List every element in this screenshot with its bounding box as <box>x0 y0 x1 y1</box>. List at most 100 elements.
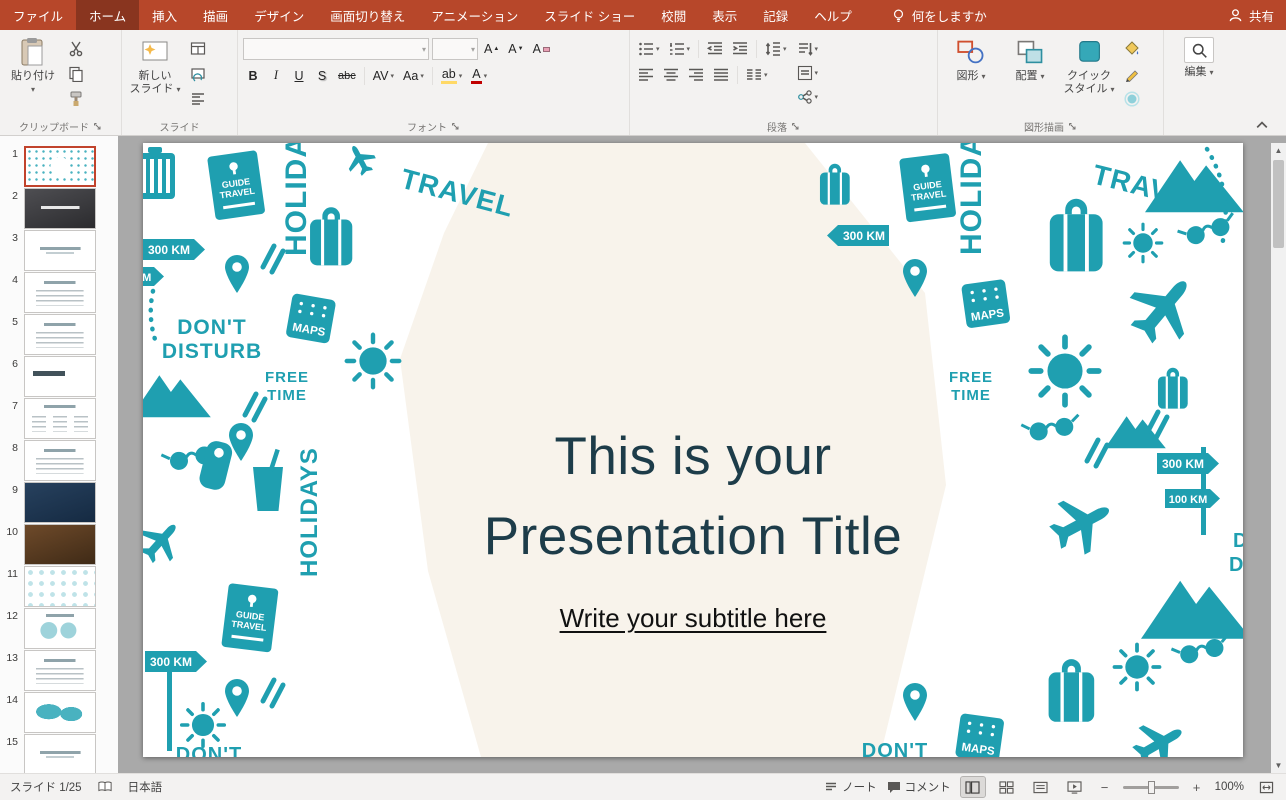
notes-button[interactable]: ノート <box>824 779 877 795</box>
slide-thumbnail-7[interactable] <box>24 398 96 439</box>
presentation-subtitle[interactable]: Write your subtitle here <box>143 603 1243 634</box>
slide-thumbnail-1[interactable] <box>24 146 96 187</box>
cut-button[interactable] <box>64 38 88 60</box>
font-dialog-launcher[interactable] <box>451 122 460 131</box>
tell-me-box[interactable]: 何をしますか <box>891 0 987 30</box>
tab-draw[interactable]: 描画 <box>190 0 241 30</box>
slide-thumbnail-9[interactable] <box>24 482 96 523</box>
slide-thumbnail-6[interactable] <box>24 356 96 397</box>
font-size-select[interactable]: ▾ <box>432 38 478 60</box>
language-indicator[interactable]: 日本語 <box>128 779 163 795</box>
bold-button[interactable]: B <box>243 65 263 86</box>
tab-file[interactable]: ファイル <box>0 0 76 30</box>
tab-review[interactable]: 校閲 <box>648 0 699 30</box>
increase-font-size-button[interactable]: A▲ <box>481 39 502 60</box>
justify-button[interactable] <box>710 64 732 85</box>
underline-button[interactable]: U <box>289 65 309 86</box>
spell-check-icon[interactable] <box>98 780 112 794</box>
normal-view-button[interactable] <box>961 777 985 797</box>
bullets-button[interactable]: ▾ <box>635 38 663 59</box>
shape-outline-button[interactable] <box>1120 63 1144 85</box>
shape-fill-button[interactable] <box>1120 38 1144 60</box>
tab-record[interactable]: 記録 <box>750 0 801 30</box>
line-spacing-button[interactable]: ▾ <box>762 38 790 59</box>
vertical-scrollbar[interactable]: ▲ ▼ <box>1271 143 1286 773</box>
clipboard-dialog-launcher[interactable] <box>93 122 102 131</box>
align-text-button[interactable]: ▾ <box>794 62 822 83</box>
slide-thumbnail-15[interactable] <box>24 734 96 773</box>
slide-thumbnail-13[interactable] <box>24 650 96 691</box>
font-size-input[interactable] <box>437 43 471 55</box>
highlight-color-button[interactable]: ab▾ <box>438 65 465 86</box>
slide-thumbnail-8[interactable] <box>24 440 96 481</box>
font-name-input[interactable] <box>248 43 422 55</box>
presentation-title-line2[interactable]: Presentation Title <box>143 506 1243 567</box>
shape-effects-button[interactable] <box>1120 88 1144 110</box>
section-button[interactable] <box>186 88 210 110</box>
slide-thumbnail-4[interactable] <box>24 272 96 313</box>
scrollbar-track[interactable] <box>1271 158 1286 758</box>
scrollbar-thumb[interactable] <box>1273 160 1284 248</box>
text-direction-button[interactable]: ▾ <box>794 38 822 59</box>
share-button[interactable]: 共有 <box>1228 0 1274 30</box>
zoom-slider[interactable] <box>1123 786 1179 789</box>
italic-button[interactable]: I <box>266 65 286 86</box>
paste-button[interactable]: 貼り付け▾ <box>5 33 61 119</box>
decrease-indent-button[interactable] <box>704 38 726 59</box>
slide-thumbnail-2[interactable] <box>24 188 96 229</box>
change-case-button[interactable]: Aa▾ <box>400 65 427 86</box>
numbering-button[interactable]: ▾ <box>666 38 694 59</box>
slide-thumbnail-12[interactable] <box>24 608 96 649</box>
format-painter-button[interactable] <box>64 88 88 110</box>
tab-transitions[interactable]: 画面切り替え <box>317 0 418 30</box>
character-spacing-button[interactable]: AV▾ <box>370 65 397 86</box>
zoom-level[interactable]: 100% <box>1215 781 1244 793</box>
slide-thumbnail-11[interactable] <box>24 566 96 607</box>
slide[interactable]: MAPS GUIDE TRAVEL 300 KM <box>143 143 1243 757</box>
align-center-button[interactable] <box>660 64 682 85</box>
strikethrough-button[interactable]: abc <box>335 65 359 86</box>
align-right-button[interactable] <box>685 64 707 85</box>
slideshow-view-button[interactable] <box>1063 777 1087 797</box>
scroll-down-button[interactable]: ▼ <box>1271 758 1286 773</box>
tab-help[interactable]: ヘルプ <box>801 0 865 30</box>
zoom-slider-thumb[interactable] <box>1148 781 1155 794</box>
decrease-font-size-button[interactable]: A▼ <box>505 39 526 60</box>
tab-insert[interactable]: 挿入 <box>139 0 190 30</box>
reset-slide-button[interactable] <box>186 63 210 85</box>
tab-animations[interactable]: アニメーション <box>418 0 531 30</box>
slide-thumbnail-3[interactable] <box>24 230 96 271</box>
presentation-title-line1[interactable]: This is your <box>143 426 1243 487</box>
scroll-up-button[interactable]: ▲ <box>1271 143 1286 158</box>
arrange-button[interactable]: 配置 ▾ <box>1002 33 1058 119</box>
tab-slideshow[interactable]: スライド ショー <box>531 0 648 30</box>
new-slide-button[interactable]: 新しいスライド ▾ <box>127 33 183 119</box>
zoom-in-button[interactable]: + <box>1189 777 1205 797</box>
slide-sorter-view-button[interactable] <box>995 777 1019 797</box>
increase-indent-button[interactable] <box>729 38 751 59</box>
editing-button[interactable]: 編集 ▾ <box>1171 33 1227 119</box>
clear-formatting-button[interactable]: A <box>530 39 553 60</box>
layout-button[interactable] <box>186 38 210 60</box>
convert-smartart-button[interactable]: ▾ <box>794 86 822 107</box>
font-color-button[interactable]: A▾ <box>468 65 490 86</box>
text-shadow-button[interactable]: S <box>312 65 332 86</box>
columns-button[interactable]: ▾ <box>743 64 771 85</box>
font-name-select[interactable]: ▾ <box>243 38 429 60</box>
paragraph-dialog-launcher[interactable] <box>791 122 800 131</box>
slide-thumbnail-10[interactable] <box>24 524 96 565</box>
zoom-out-button[interactable]: − <box>1097 777 1113 797</box>
slide-thumbnail-5[interactable] <box>24 314 96 355</box>
collapse-ribbon-button[interactable] <box>1256 121 1268 129</box>
fit-slide-button[interactable] <box>1254 777 1278 797</box>
copy-button[interactable] <box>64 63 88 85</box>
slide-thumbnail-14[interactable] <box>24 692 96 733</box>
shapes-button[interactable]: 図形 ▾ <box>943 33 999 119</box>
tab-home[interactable]: ホーム <box>76 0 139 30</box>
tab-view[interactable]: 表示 <box>699 0 750 30</box>
drawing-dialog-launcher[interactable] <box>1068 122 1077 131</box>
quick-styles-button[interactable]: クイックスタイル ▾ <box>1061 33 1117 119</box>
tab-design[interactable]: デザイン <box>241 0 317 30</box>
reading-view-button[interactable] <box>1029 777 1053 797</box>
comments-button[interactable]: コメント <box>887 779 951 795</box>
